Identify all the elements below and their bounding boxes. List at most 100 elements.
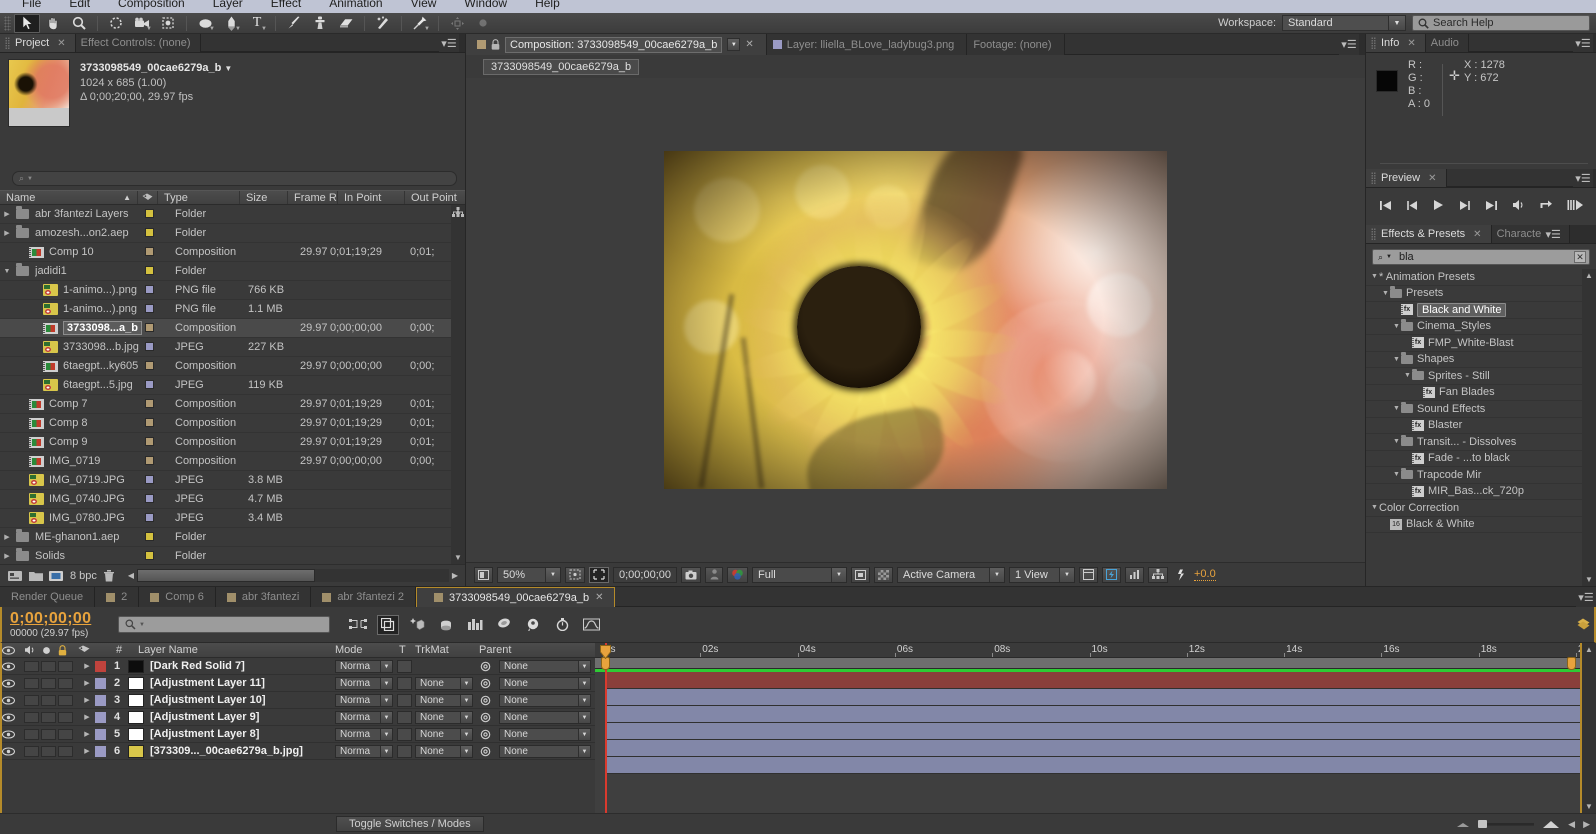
chevron-down-icon[interactable]: ▼ — [27, 176, 33, 182]
toolbar-grip[interactable] — [4, 15, 11, 31]
timeline-vertical-scrollbar[interactable]: ▲ ▼ — [1582, 643, 1596, 813]
project-list-item[interactable]: 1-animo...).png PNG file 766 KB — [0, 281, 451, 300]
show-snapshot-icon[interactable] — [705, 566, 723, 583]
project-list-item[interactable]: ▶ abr 3fantezi Layers Folder — [0, 205, 451, 224]
layer-parent-select[interactable]: None ▼ — [499, 660, 591, 673]
last-frame-icon[interactable] — [1485, 200, 1498, 211]
project-list-item[interactable]: Comp 9 Composition 29.97 0;01;19;29 0;01; — [0, 433, 451, 452]
layer-lock-toggle[interactable] — [58, 745, 73, 757]
project-list-item[interactable]: IMG_0719 Composition 29.97 0;00;00;00 0;00; — [0, 452, 451, 471]
layer-solo-toggle[interactable] — [41, 728, 56, 740]
scroll-down-icon[interactable]: ▼ — [1585, 802, 1593, 811]
bit-depth-label[interactable]: 8 bpc — [70, 570, 97, 582]
layer-mode-select[interactable]: Norma ▼ — [335, 745, 393, 758]
chevron-down-icon[interactable]: ▼ — [380, 746, 392, 757]
label-color-swatch[interactable] — [145, 513, 154, 522]
project-panel-menu-icon[interactable]: ▾☰ — [439, 34, 459, 52]
label-color-swatch[interactable] — [145, 266, 154, 275]
chevron-down-icon[interactable]: ▼ — [380, 661, 392, 672]
layer-preserve-transparency-toggle[interactable] — [397, 677, 412, 690]
tab-audio[interactable]: Audio — [1425, 34, 1469, 52]
chevron-down-icon[interactable]: ▼ — [989, 567, 1004, 582]
close-icon[interactable]: ✕ — [745, 39, 753, 50]
parent-pickwhip-icon[interactable] — [480, 661, 491, 672]
selection-tool[interactable] — [14, 13, 40, 33]
lock-icon[interactable] — [491, 39, 500, 50]
hide-shy-layers-icon[interactable] — [406, 615, 428, 635]
twirl-icon[interactable]: ▼ — [1392, 471, 1401, 478]
layer-trkmat-select[interactable]: None ▼ — [415, 711, 473, 724]
column-mode-header[interactable]: Mode — [335, 644, 363, 656]
effects-list-item[interactable]: fx MIR_Bas...ck_720p — [1366, 484, 1582, 500]
chevron-down-icon[interactable]: ▼ — [578, 729, 590, 740]
layer-lock-toggle[interactable] — [58, 677, 73, 689]
label-color-swatch[interactable] — [145, 456, 154, 465]
layer-preserve-transparency-toggle[interactable] — [397, 711, 412, 724]
project-list-item[interactable]: ▼ jadidi1 Folder — [0, 262, 451, 281]
chevron-down-icon[interactable]: ▼ — [460, 695, 472, 706]
type-tool[interactable]: T ▼ — [244, 14, 270, 33]
layer-label-color[interactable] — [95, 745, 106, 757]
effects-list-item[interactable]: ▼ Cinema_Styles — [1366, 319, 1582, 335]
timeline-label-tag-icon[interactable] — [1577, 618, 1590, 631]
chevron-down-icon[interactable]: ▼ — [460, 712, 472, 723]
zoom-out-timeline-icon[interactable] — [1456, 820, 1470, 828]
tab-footage-viewer[interactable]: Footage: (none) — [967, 34, 1065, 55]
menu-item-effect[interactable]: Effect — [257, 0, 315, 10]
layer-visibility-toggle[interactable] — [2, 661, 24, 671]
project-hscroll-thumb[interactable] — [136, 569, 315, 582]
shape-tool[interactable]: ▼ — [192, 14, 218, 33]
layer-parent-select[interactable]: None ▼ — [499, 711, 591, 724]
timeline-layer-row[interactable]: ▶ 1 [Dark Red Solid 7] Norma ▼ None ▼ — [2, 658, 595, 675]
twirl-icon[interactable]: ▶ — [79, 696, 95, 704]
comp-panel-menu-icon[interactable]: ▾☰ — [1339, 34, 1359, 55]
timeline-layer-row[interactable]: ▶ 4 [Adjustment Layer 9] Norma ▼ None ▼ None ▼ — [2, 709, 595, 726]
close-icon[interactable]: ✕ — [57, 38, 65, 49]
project-search-input[interactable]: ⌕ ▼ — [12, 171, 457, 186]
project-list-item[interactable]: 6taegpt...ky605 Composition 29.97 0;00;00;0… — [0, 357, 451, 376]
label-color-swatch[interactable] — [145, 342, 154, 351]
twirl-icon[interactable]: ▼ — [1403, 372, 1412, 379]
work-area-end-handle[interactable] — [1567, 657, 1576, 670]
workspace-select[interactable]: Standard ▼ — [1282, 15, 1406, 31]
twirl-icon[interactable]: ▼ — [1392, 323, 1401, 330]
parent-pickwhip-icon[interactable] — [480, 678, 491, 689]
tab-info[interactable]: Info ✕ — [1366, 34, 1426, 52]
label-color-swatch[interactable] — [145, 399, 154, 408]
timeline-tab[interactable]: 3733098549_00cae6279a_b ✕ — [415, 587, 616, 607]
twirl-icon[interactable]: ▶ — [0, 229, 14, 237]
label-color-swatch[interactable] — [145, 494, 154, 503]
close-icon[interactable]: ✕ — [1473, 229, 1481, 240]
layer-label-color[interactable] — [95, 694, 106, 706]
twirl-icon[interactable]: ▶ — [79, 662, 95, 670]
loop-icon[interactable] — [1539, 199, 1553, 211]
fast-previews-icon[interactable] — [1102, 566, 1121, 583]
layer-audio-toggle[interactable] — [24, 745, 39, 757]
layer-visibility-toggle[interactable] — [2, 746, 24, 756]
timeline-layer-bar[interactable] — [605, 706, 1580, 723]
close-icon[interactable]: ✕ — [595, 592, 603, 603]
project-vertical-scrollbar[interactable]: ▲ ▼ — [451, 205, 465, 564]
chevron-down-icon[interactable]: ▼ — [578, 712, 590, 723]
project-list-item[interactable]: 6taegpt...5.jpg JPEG 119 KB — [0, 376, 451, 395]
region-interest-toggle-icon[interactable] — [851, 566, 870, 583]
grid-snap-icon[interactable] — [470, 14, 496, 33]
clear-search-icon[interactable]: ✕ — [1574, 251, 1586, 263]
layer-lock-toggle[interactable] — [58, 694, 73, 706]
timeline-layer-bar[interactable] — [605, 757, 1580, 774]
timeline-tab[interactable]: abr 3fantezi — [215, 587, 312, 607]
play-icon[interactable] — [1432, 199, 1444, 211]
chevron-down-icon[interactable]: ▼ — [460, 729, 472, 740]
new-folder-icon[interactable] — [29, 570, 43, 581]
twirl-icon[interactable]: ▶ — [79, 747, 95, 755]
effects-list-item[interactable]: ▼ Trapcode Mir — [1366, 467, 1582, 484]
timeline-zoom-slider[interactable] — [1478, 819, 1535, 829]
timeline-panel-menu-icon[interactable]: ▾☰ — [1576, 587, 1596, 607]
region-of-interest-icon[interactable] — [589, 566, 609, 583]
tab-grip-icon[interactable] — [1371, 228, 1376, 240]
zoom-level-select[interactable]: 50% ▼ — [497, 566, 561, 583]
layer-parent-select[interactable]: None ▼ — [499, 745, 591, 758]
layer-name[interactable]: [Adjustment Layer 9] — [150, 711, 259, 723]
menu-item-file[interactable]: File — [8, 0, 55, 10]
label-color-swatch[interactable] — [145, 532, 154, 541]
